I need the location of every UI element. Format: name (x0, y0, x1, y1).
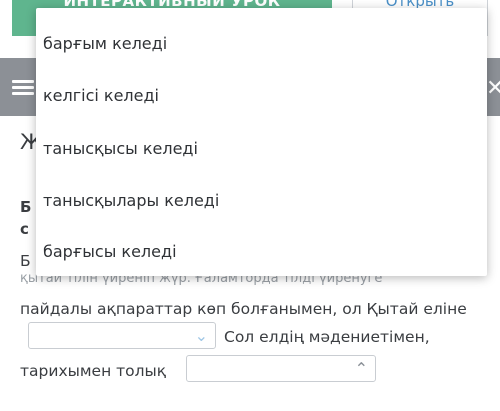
answer-select-2[interactable]: ⌃ (186, 355, 376, 382)
interactive-lesson-label: ИНТЕРАКТИВНЫЙ УРОК (63, 0, 281, 10)
answer-select-1[interactable]: ⌄ (28, 322, 216, 349)
chevron-down-icon: ⌄ (194, 326, 208, 345)
text-line-4: Сол елдің мәдениетімен, (224, 328, 430, 346)
dropdown-option[interactable]: барғым келеді (36, 24, 487, 64)
dropdown-option[interactable]: таныcқылары келеді (36, 181, 487, 221)
dropdown-option[interactable]: келгісі келеді (36, 76, 487, 116)
dropdown-option[interactable]: таныcқысы келеді (36, 129, 487, 169)
question-instruction: Б с (20, 196, 31, 240)
text-line-1: Б (20, 252, 31, 270)
dropdown-option[interactable]: барғысы келеді (36, 232, 487, 272)
text-line-5: тарихымен толық (20, 362, 167, 380)
close-icon[interactable]: ✕ (486, 76, 500, 101)
text-line-3: пайдалы ақпараттар көп болғанымен, ол Қы… (20, 300, 467, 318)
hamburger-menu-icon[interactable] (12, 80, 34, 96)
instruction-line-2: с (20, 220, 29, 238)
dropdown-menu: барғым келеді келгісі келеді таныcқысы к… (36, 8, 487, 276)
instruction-line-1: Б (20, 198, 32, 216)
chevron-up-icon: ⌃ (354, 359, 368, 378)
